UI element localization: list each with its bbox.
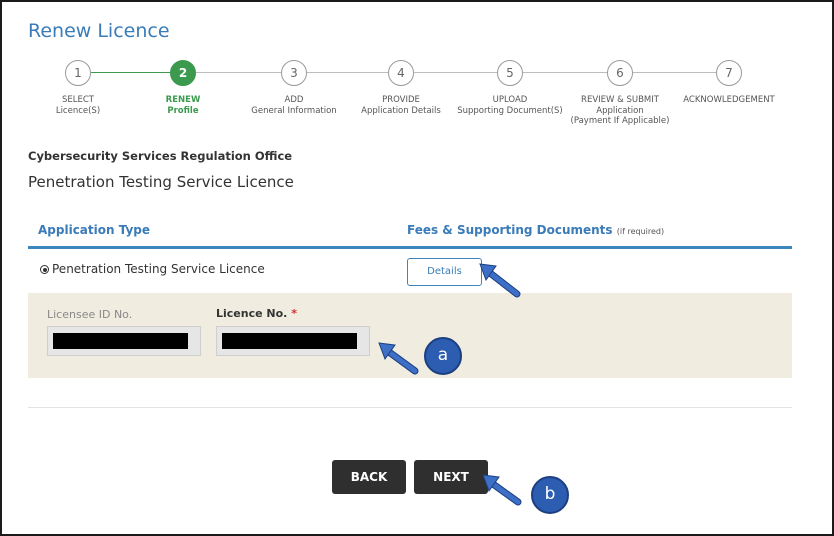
step-connector-6-7: [633, 72, 716, 73]
arrow-pointer-icon: [482, 474, 522, 506]
step-4-circle: 4: [388, 60, 414, 86]
licence-no-label: Licence No. *: [216, 307, 297, 320]
licensee-id-field[interactable]: [47, 326, 201, 356]
step-6-note: (Payment If Applicable): [570, 116, 670, 126]
licence-no-label-text: Licence No.: [216, 307, 288, 320]
step-5-circle: 5: [497, 60, 523, 86]
col-application-type: Application Type: [38, 223, 151, 237]
agency-name: Cybersecurity Services Regulation Office: [28, 149, 293, 163]
callout-a: a: [424, 337, 462, 375]
step-7-label: ACKNOWLEDGEMENT: [664, 95, 794, 106]
step-6-circle: 6: [607, 60, 633, 86]
step-2-circle: 2: [170, 60, 196, 86]
next-button[interactable]: NEXT: [414, 460, 488, 494]
col-fees-label: Fees & Supporting Documents: [407, 223, 613, 237]
step-connector-3-4: [307, 72, 388, 73]
application-type-radio[interactable]: [40, 265, 49, 274]
step-connector-5-6: [523, 72, 607, 73]
step-connector-4-5: [414, 72, 497, 73]
step-3-circle: 3: [281, 60, 307, 86]
step-connector-2-3: [196, 72, 281, 73]
step-1-circle: 1: [65, 60, 91, 86]
application-table-header: Application Type Fees & Supporting Docum…: [28, 220, 792, 249]
step-7-circle: 7: [716, 60, 742, 86]
page-title: Renew Licence: [28, 20, 170, 42]
callout-b: b: [531, 476, 569, 514]
back-button[interactable]: BACK: [332, 460, 406, 494]
redaction-bar: [222, 333, 357, 349]
licence-heading: Penetration Testing Service Licence: [28, 173, 294, 191]
redaction-bar: [53, 333, 188, 349]
application-row: Penetration Testing Service Licence Deta…: [28, 252, 792, 292]
required-mark: *: [291, 307, 297, 320]
step-6-subtitle: Application: [596, 105, 644, 116]
arrow-pointer-icon: [378, 342, 419, 375]
col-fees-note: (if required): [616, 227, 665, 236]
details-button[interactable]: Details: [407, 258, 482, 286]
section-divider: [28, 407, 792, 408]
licensee-id-label: Licensee ID No.: [47, 308, 133, 321]
progress-stepper: 1 2 3 4 5 6 7 SELECT Licence(S) RENEW Pr…: [0, 60, 834, 140]
licence-no-field[interactable]: [216, 326, 370, 356]
step-7-title: ACKNOWLEDGEMENT: [683, 95, 775, 105]
application-type-label: Penetration Testing Service Licence: [52, 262, 265, 276]
step-connector-1-2: [91, 72, 170, 73]
col-fees-documents: Fees & Supporting Documents (if required…: [407, 223, 664, 237]
arrow-pointer-icon: [479, 263, 521, 298]
